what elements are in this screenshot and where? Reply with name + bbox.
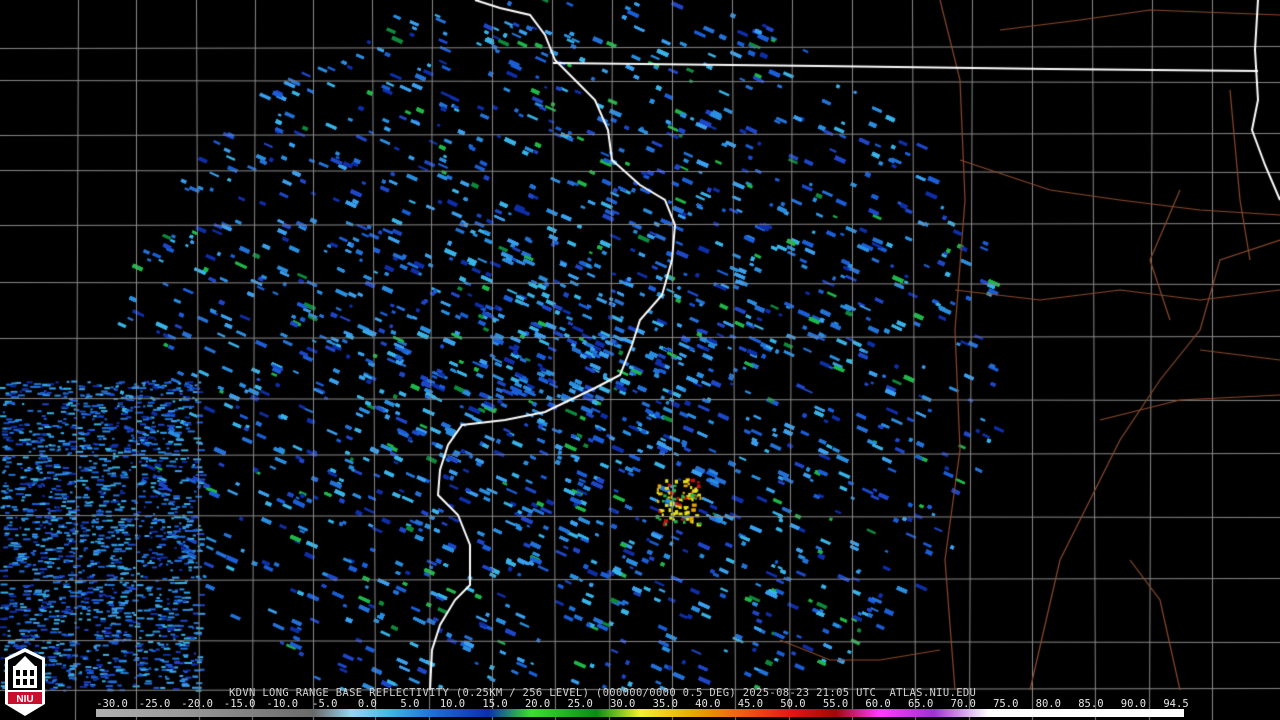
radar-map-canvas: [0, 0, 1280, 720]
reflectivity-colorbar: [96, 709, 1184, 717]
